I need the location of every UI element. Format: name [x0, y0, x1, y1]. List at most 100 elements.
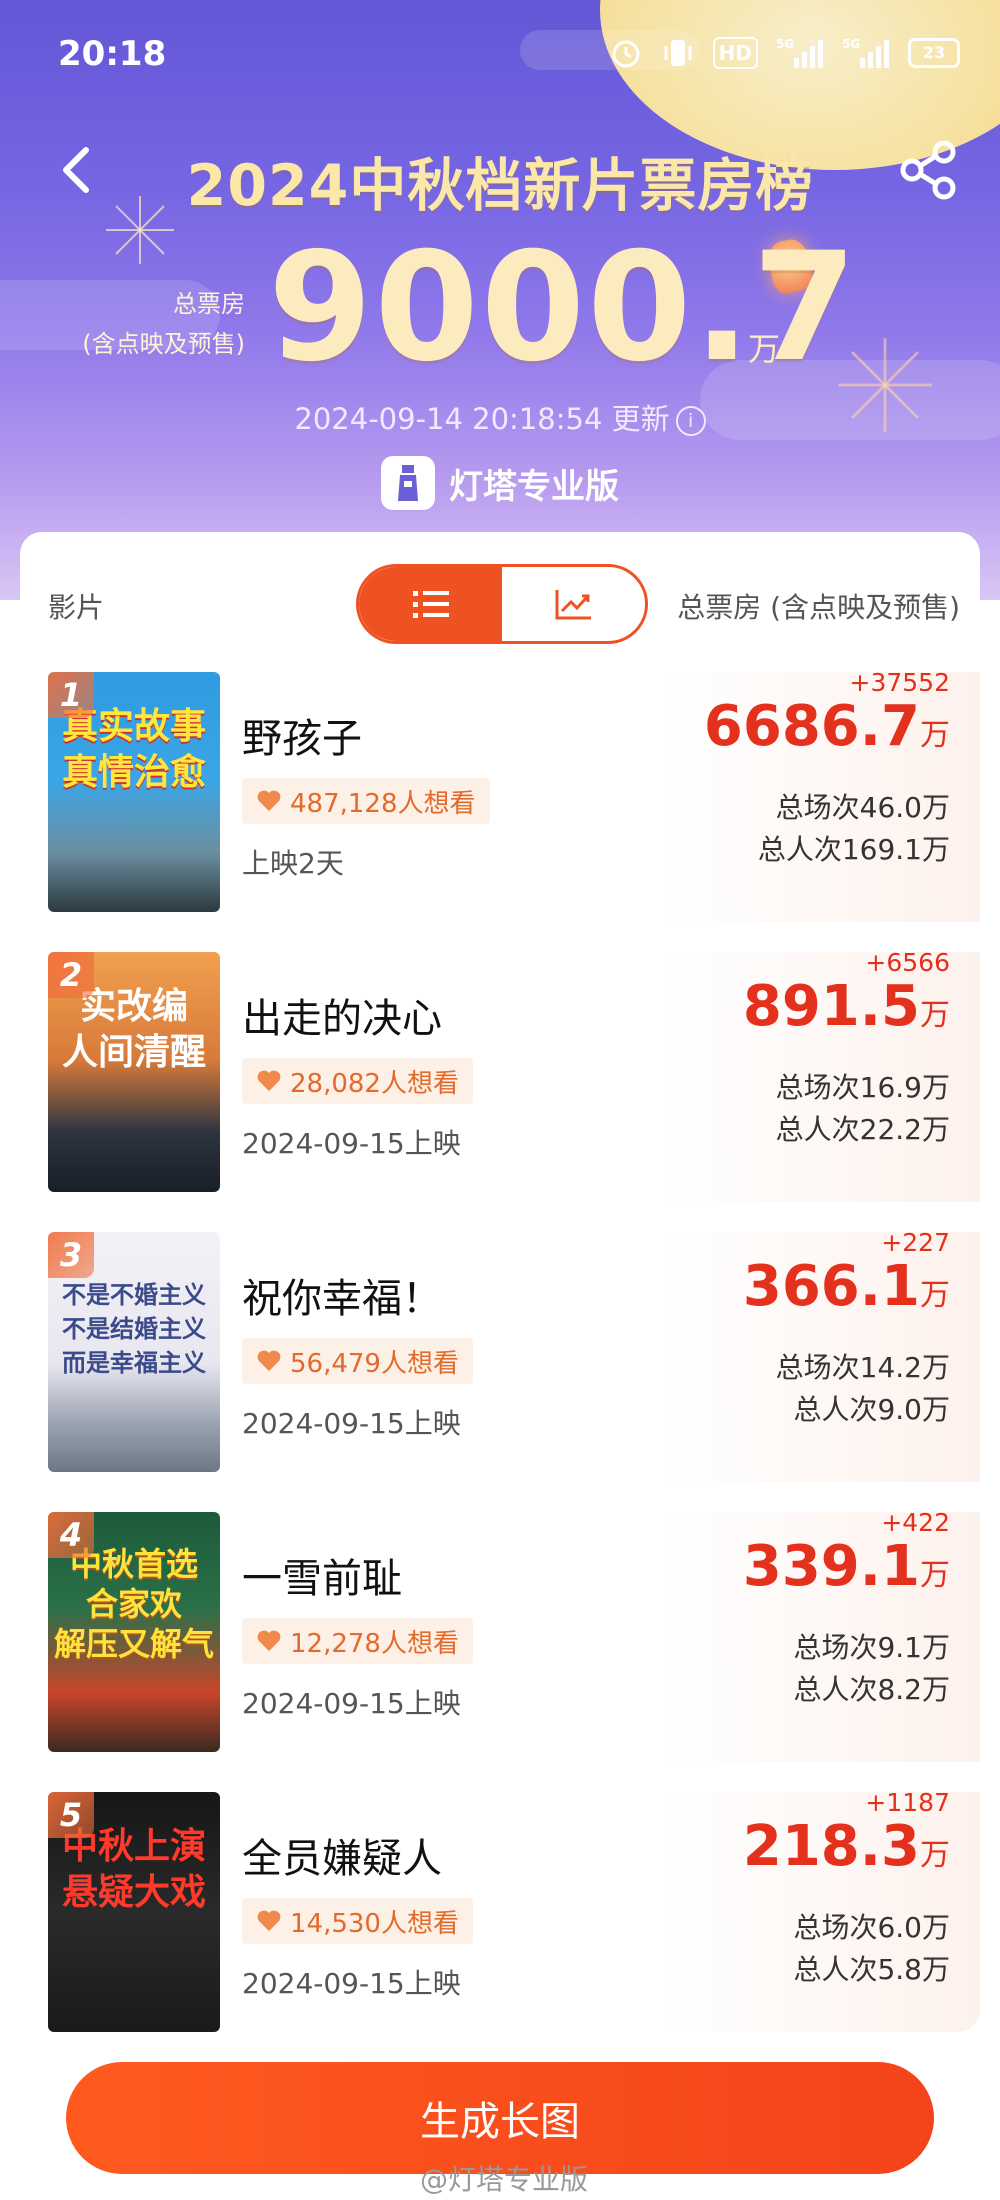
total-admissions: 总人次5.8万: [793, 1953, 950, 1986]
status-time: 20:18: [58, 34, 167, 74]
update-time: 2024-09-14 20:18:54 更新: [294, 402, 670, 436]
box-office-number: 6686.7: [703, 694, 920, 759]
total-admissions: 总人次8.2万: [793, 1673, 950, 1706]
box-office-delta: +422: [881, 1508, 950, 1537]
movie-title: 祝你幸福！: [242, 1276, 442, 1322]
movie-title: 全员嫌疑人: [242, 1836, 442, 1882]
want-count: 12,278人想看: [290, 1628, 459, 1659]
update-time-row: 2024-09-14 20:18:54 更新 i: [0, 396, 1000, 438]
view-toggle: [356, 564, 648, 644]
rank-badge: 1: [48, 672, 94, 718]
list-view-tab[interactable]: [359, 567, 502, 641]
battery-icon: 23: [908, 38, 960, 68]
release-info: 上映2天: [242, 847, 344, 880]
want-to-see-badge: 487,128人想看: [242, 778, 490, 824]
share-icon: [900, 140, 956, 200]
movie-poster: 真实故事 真情治愈 1: [48, 672, 220, 912]
heart-icon: [257, 1070, 281, 1091]
box-office-value: 891.5万: [743, 974, 950, 1039]
box-office-delta: +37552: [849, 668, 950, 697]
want-to-see-badge: 14,530人想看: [242, 1898, 473, 1944]
total-sessions: 总场次46.0万: [775, 791, 950, 824]
movie-row[interactable]: 实改编 人间清醒 2 出走的决心 28,082人想看 2024-09-15上映 +…: [20, 948, 980, 1202]
share-button[interactable]: [898, 138, 962, 202]
box-office-unit: 万: [920, 1838, 950, 1873]
want-count: 56,479人想看: [290, 1348, 459, 1379]
heart-icon: [257, 1910, 281, 1931]
alarm-icon: [609, 36, 643, 70]
total-sessions: 总场次9.1万: [793, 1631, 950, 1664]
list-icon: [412, 591, 449, 618]
box-office-value: 339.1万: [743, 1534, 950, 1599]
rank-badge: 4: [48, 1512, 94, 1558]
trend-chart-icon: [555, 590, 591, 620]
total-sessions: 总场次14.2万: [775, 1351, 950, 1384]
vibrate-icon: [661, 36, 695, 70]
signal-icon: 5G: [842, 36, 890, 70]
heart-icon: [257, 1350, 281, 1371]
box-office-number: 891.5: [742, 974, 920, 1039]
box-office-unit: 万: [920, 998, 950, 1033]
movie-title: 一雪前耻: [242, 1556, 402, 1602]
svg-text:5G: 5G: [842, 37, 860, 51]
rank-badge: 5: [48, 1792, 94, 1838]
lighthouse-logo-icon: [381, 456, 435, 510]
movie-poster: 不是不婚主义 不是结婚主义 而是幸福主义 3: [48, 1232, 220, 1472]
box-office-unit: 万: [920, 1278, 950, 1313]
hd-icon: HD: [712, 37, 758, 69]
poster-text: 不是不婚主义 不是结婚主义 而是幸福主义: [62, 1281, 206, 1377]
want-to-see-badge: 56,479人想看: [242, 1338, 473, 1384]
total-label: 总票房 (含点映及预售): [50, 284, 245, 364]
box-office-number: 366.1: [742, 1254, 920, 1319]
movie-title: 出走的决心: [242, 996, 442, 1042]
info-icon[interactable]: i: [675, 406, 706, 436]
poster-text: 中秋首选 合家欢 解压又解气: [53, 1545, 214, 1663]
want-count: 487,128人想看: [290, 788, 476, 819]
box-office-number: 218.3: [742, 1814, 920, 1879]
release-info: 2024-09-15上映: [242, 1687, 461, 1720]
heart-icon: [257, 790, 281, 811]
release-info: 2024-09-15上映: [242, 1407, 461, 1440]
movie-poster: 实改编 人间清醒 2: [48, 952, 220, 1192]
movie-poster: 中秋首选 合家欢 解压又解气 4: [48, 1512, 220, 1752]
rank-badge: 2: [48, 952, 94, 998]
brand-row: 灯塔专业版: [0, 456, 1000, 510]
movie-poster: 中秋上演 悬疑大戏 5: [48, 1792, 220, 2032]
total-admissions: 总人次169.1万: [757, 833, 950, 866]
release-info: 2024-09-15上映: [242, 1967, 461, 2000]
box-office-value: 218.3万: [743, 1814, 950, 1879]
brand-name: 灯塔专业版: [449, 466, 619, 507]
movie-row[interactable]: 真实故事 真情治愈 1 野孩子 487,128人想看 上映2天 +37552 66…: [20, 668, 980, 922]
movie-row[interactable]: 中秋首选 合家欢 解压又解气 4 一雪前耻 12,278人想看 2024-09-15…: [20, 1508, 980, 1762]
rank-badge: 3: [48, 1232, 94, 1278]
watermark: @灯塔专业版: [420, 2163, 589, 2196]
ranking-card: 影片 总票房 (含点映及预售) 真实故事 真情治愈 1 野孩子 487,128人…: [20, 532, 980, 2032]
box-office-delta: +1187: [865, 1788, 950, 1817]
column-header-total: 总票房 (含点映及预售): [677, 591, 960, 624]
box-office-unit: 万: [920, 718, 950, 753]
total-unit: 万: [748, 330, 781, 368]
total-admissions: 总人次9.0万: [793, 1393, 950, 1426]
signal-icon: 5G: [776, 36, 824, 70]
box-office-delta: +6566: [865, 948, 950, 977]
movie-row[interactable]: 中秋上演 悬疑大戏 5 全员嫌疑人 14,530人想看 2024-09-15上映 …: [20, 1788, 980, 2032]
want-count: 14,530人想看: [290, 1908, 459, 1939]
release-info: 2024-09-15上映: [242, 1127, 461, 1160]
box-office-unit: 万: [920, 1558, 950, 1593]
box-office-value: 6686.7万: [704, 694, 950, 759]
box-office-number: 339.1: [742, 1534, 920, 1599]
heart-icon: [257, 1630, 281, 1651]
movie-row[interactable]: 不是不婚主义 不是结婚主义 而是幸福主义 3 祝你幸福！ 56,479人想看 202…: [20, 1228, 980, 1482]
want-to-see-badge: 12,278人想看: [242, 1618, 473, 1664]
want-count: 28,082人想看: [290, 1068, 459, 1099]
chart-view-tab[interactable]: [502, 567, 645, 641]
box-office-delta: +227: [881, 1228, 950, 1257]
total-sessions: 总场次16.9万: [775, 1071, 950, 1104]
total-label-sub: (含点映及预售): [82, 330, 245, 358]
header: 2024中秋档新片票房榜: [0, 130, 1000, 219]
status-icons: HD 5G 5G 23: [609, 36, 960, 70]
column-header-film: 影片: [48, 591, 105, 624]
total-label-main: 总票房: [173, 290, 245, 318]
status-bar: 20:18 HD 5G 5G 23: [0, 0, 1000, 110]
total-admissions: 总人次22.2万: [775, 1113, 950, 1146]
